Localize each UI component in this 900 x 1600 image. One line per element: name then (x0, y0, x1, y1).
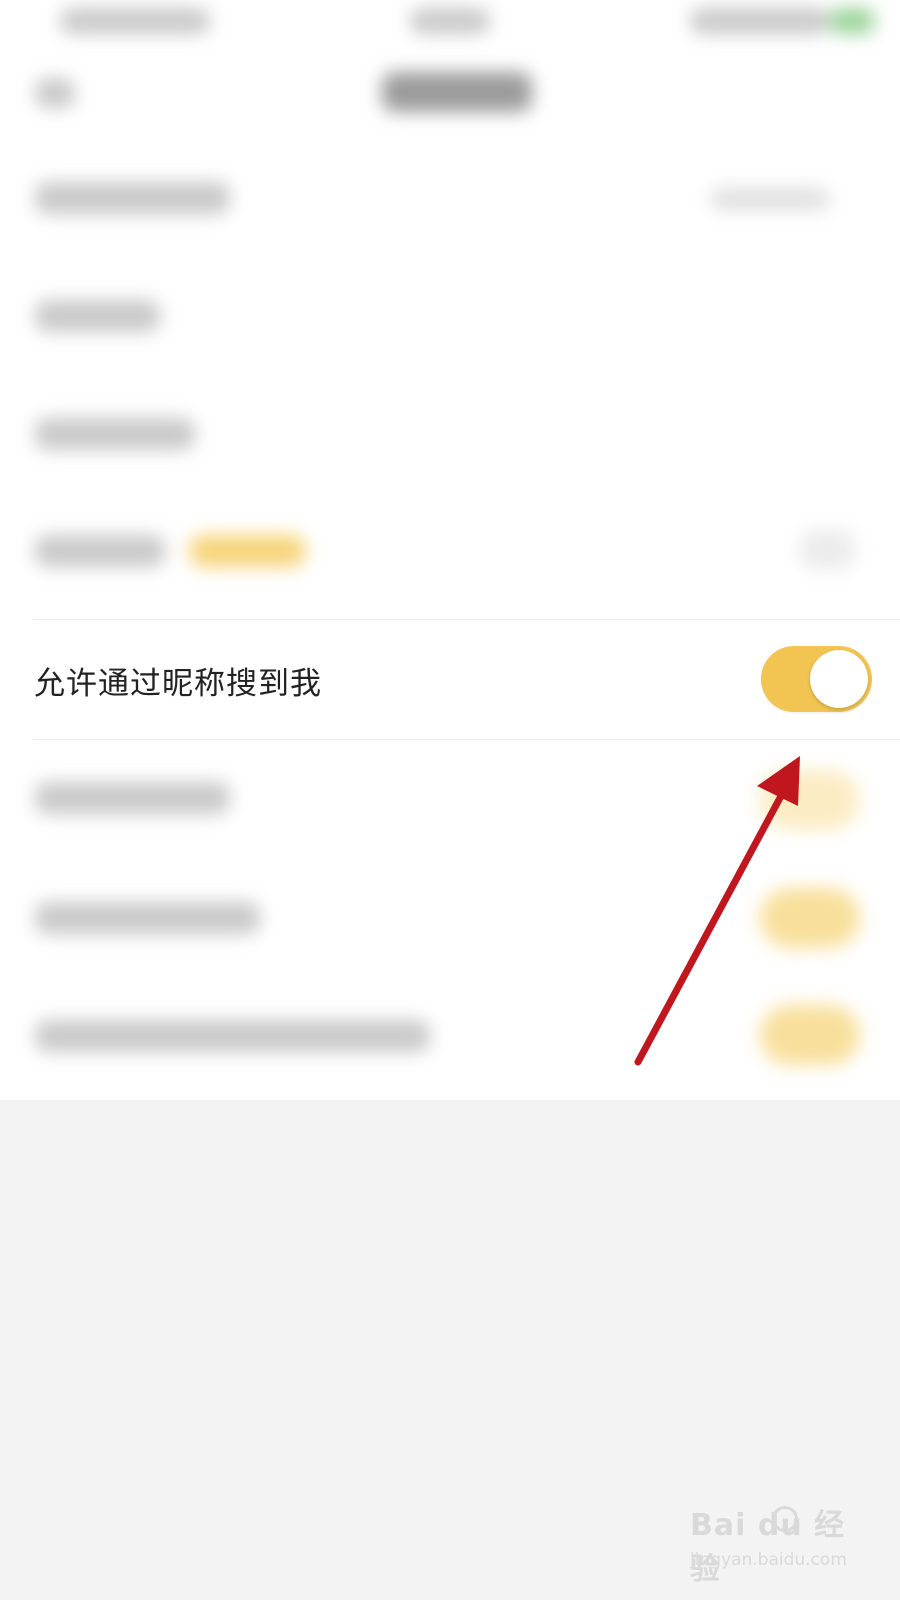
annotation-arrow (634, 756, 800, 1066)
screen: 允许通过昵称搜到我 Bai du 经验 jingyan.baidu.com (0, 0, 900, 1600)
watermark-url: jingyan.baidu.com (690, 1550, 847, 1570)
arrow-shaft (634, 779, 792, 1066)
paw-icon (772, 1506, 798, 1532)
baidu-jingyan-watermark: Bai du 经验 jingyan.baidu.com (690, 1500, 870, 1587)
